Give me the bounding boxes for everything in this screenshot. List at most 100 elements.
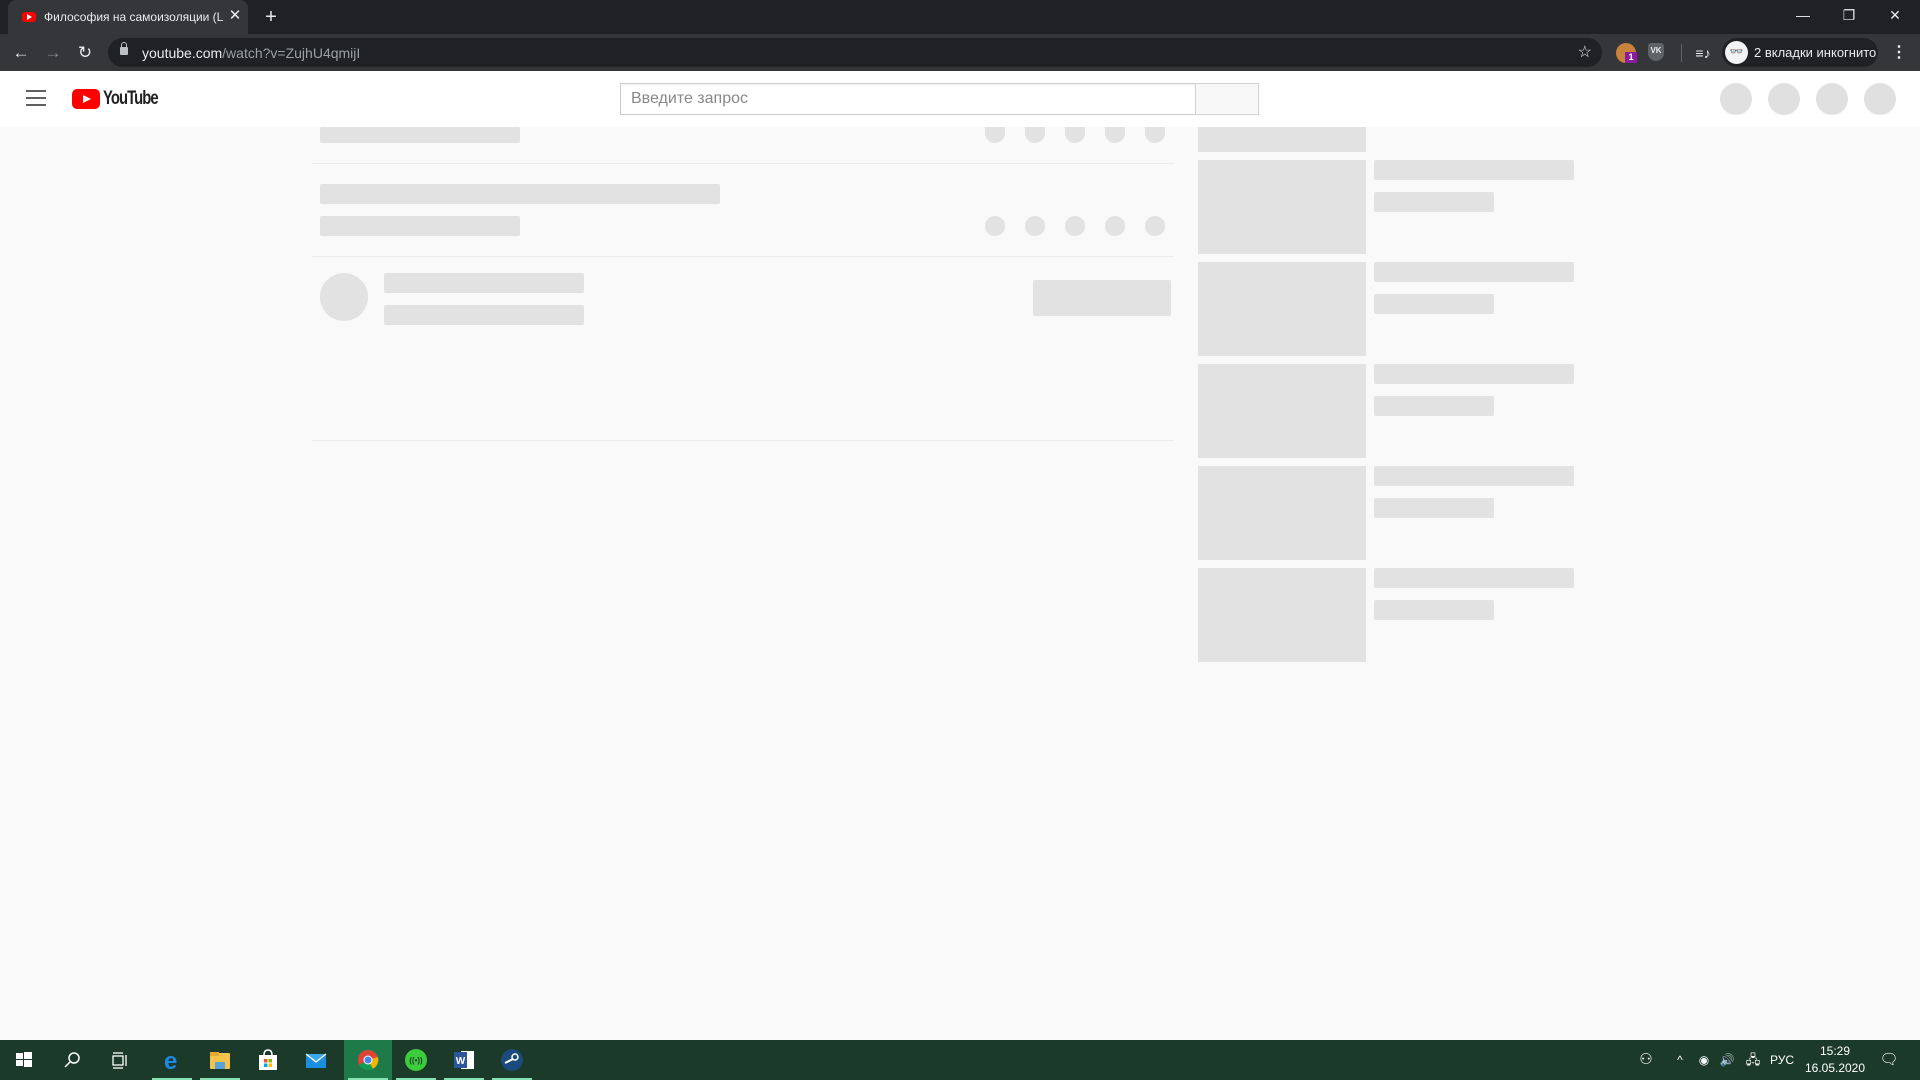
browser-menu-icon[interactable]: ⋮ [1888, 40, 1910, 66]
chrome-icon [358, 1050, 379, 1071]
skeleton-video-title [1374, 160, 1574, 180]
incognito-indicator[interactable]: 👓 2 вкладки инкогнито [1722, 38, 1878, 67]
edge-icon: e [164, 1048, 177, 1072]
skeleton-subscribers [384, 305, 584, 325]
header-button-placeholder[interactable] [1720, 83, 1752, 115]
skeleton-channel-name [384, 273, 584, 293]
task-view-icon [112, 1052, 127, 1069]
bookmark-star-icon[interactable]: ☆ [1578, 42, 1592, 62]
skeleton-video-title [1374, 262, 1574, 282]
skeleton-video-meta [1374, 600, 1494, 620]
skeleton-action-circle [1105, 127, 1125, 143]
skeleton-video-title [1374, 466, 1574, 486]
header-button-placeholder[interactable] [1816, 83, 1848, 115]
skeleton-thumbnail [1198, 364, 1366, 458]
media-controls-icon[interactable]: ≡♪ [1692, 42, 1714, 64]
url-host: youtube.com [142, 45, 223, 61]
minimize-button[interactable]: — [1780, 0, 1826, 30]
skeleton-action-circle [1065, 216, 1085, 236]
skeleton-subscribe-button [1033, 280, 1171, 316]
windows-logo-icon [16, 1052, 32, 1067]
svg-text:((•)): ((•)) [409, 1056, 423, 1065]
taskbar-app-mail[interactable] [292, 1040, 340, 1080]
steam-icon [501, 1049, 523, 1071]
address-bar[interactable]: youtube.com/watch?v=ZujhU4qmijI ☆ [108, 38, 1602, 67]
restore-button[interactable]: ❐ [1826, 0, 1872, 30]
people-icon[interactable]: ⚇ [1632, 1040, 1660, 1080]
lock-icon[interactable] [120, 42, 128, 55]
taskbar-app-chrome[interactable] [344, 1040, 392, 1080]
new-tab-button[interactable]: + [260, 6, 282, 28]
taskbar-app-word[interactable]: W [440, 1040, 488, 1080]
start-button[interactable] [0, 1040, 48, 1080]
hamburger-menu-icon[interactable] [26, 90, 46, 106]
taskbar-search-button[interactable] [48, 1040, 96, 1080]
tab-close-icon[interactable]: ✕ [226, 7, 244, 25]
divider [312, 256, 1174, 257]
skeleton-action-circle [1145, 127, 1165, 143]
skeleton-thumbnail [1198, 568, 1366, 662]
youtube-play-icon [72, 89, 100, 109]
taskbar-app-steam[interactable] [488, 1040, 536, 1080]
incognito-icon: 👓 [1725, 41, 1748, 64]
skeleton-video-meta [1374, 396, 1494, 416]
reload-button[interactable]: ↻ [72, 40, 98, 66]
search-input[interactable] [621, 84, 1195, 114]
skeleton-thumbnail [1198, 466, 1366, 560]
taskbar-app-podcast[interactable]: ((•)) [392, 1040, 440, 1080]
search-icon [64, 1052, 80, 1068]
podcast-icon: ((•)) [405, 1049, 427, 1071]
taskbar-app-store[interactable] [244, 1040, 292, 1080]
close-window-button[interactable]: ✕ [1872, 0, 1918, 30]
store-icon [259, 1049, 277, 1070]
discord-tray-icon[interactable]: ◉ [1694, 1040, 1714, 1080]
skeleton-action-circle [1145, 216, 1165, 236]
clock-date: 16.05.2020 [1804, 1061, 1866, 1075]
toolbar-separator [1681, 44, 1682, 62]
skeleton-action-circle [1025, 216, 1045, 236]
network-icon[interactable]: 🖧 [1742, 1040, 1764, 1080]
skeleton-title-bar [320, 184, 720, 204]
mail-icon [305, 1053, 327, 1068]
action-center-icon[interactable]: 🗨 [1874, 1040, 1904, 1080]
skeleton-action-circle [985, 127, 1005, 143]
show-hidden-icons-chevron[interactable]: ^ [1670, 1040, 1690, 1080]
windows-taskbar: e ((•)) W ⚇ ^ ◉ 🔊 🖧 РУС 15:29 16.05.2020… [0, 1040, 1920, 1080]
skeleton-views-bar [320, 216, 520, 236]
divider [312, 440, 1174, 441]
taskbar-app-file-explorer[interactable] [196, 1040, 244, 1080]
url-text[interactable]: youtube.com/watch?v=ZujhU4qmijI [142, 45, 360, 61]
extension-badge: 1 [1625, 52, 1637, 63]
back-button[interactable]: ← [8, 40, 34, 66]
svg-text:W: W [456, 1056, 466, 1067]
volume-icon[interactable]: 🔊 [1716, 1040, 1738, 1080]
skeleton-action-circle [1025, 127, 1045, 143]
monkey-extension-icon[interactable]: 1 [1616, 43, 1637, 63]
word-icon: W [454, 1051, 474, 1069]
divider [312, 163, 1174, 164]
skeleton-thumbnail [1198, 262, 1366, 356]
youtube-header: YouTube [0, 71, 1920, 127]
clock[interactable]: 15:29 16.05.2020 [1800, 1043, 1870, 1077]
incognito-label: 2 вкладки инкогнито [1754, 45, 1877, 60]
url-path: /watch?v=ZujhU4qmijI [222, 45, 361, 61]
skeleton-action-circle [985, 216, 1005, 236]
taskbar-app-edge[interactable]: e [148, 1040, 196, 1080]
avatar-placeholder[interactable] [1864, 83, 1896, 115]
browser-tab[interactable]: Философия на самоизоляции (L ✕ [8, 0, 248, 34]
forward-button[interactable]: → [40, 40, 66, 66]
svg-text:e: e [164, 1048, 177, 1072]
vk-extension-icon[interactable]: VK [1648, 43, 1664, 61]
task-view-button[interactable] [96, 1040, 144, 1080]
youtube-wordmark: YouTube [103, 88, 159, 109]
header-button-placeholder[interactable] [1768, 83, 1800, 115]
search-field[interactable] [620, 83, 1195, 115]
folder-icon [210, 1052, 230, 1069]
skeleton-video-meta [1374, 294, 1494, 314]
skeleton-action-circle [1105, 216, 1125, 236]
language-indicator[interactable]: РУС [1766, 1040, 1798, 1080]
tab-title: Философия на самоизоляции (L [44, 10, 224, 24]
search-button[interactable] [1195, 83, 1259, 115]
youtube-favicon-icon [22, 12, 36, 22]
skeleton-channel-avatar [320, 273, 368, 321]
